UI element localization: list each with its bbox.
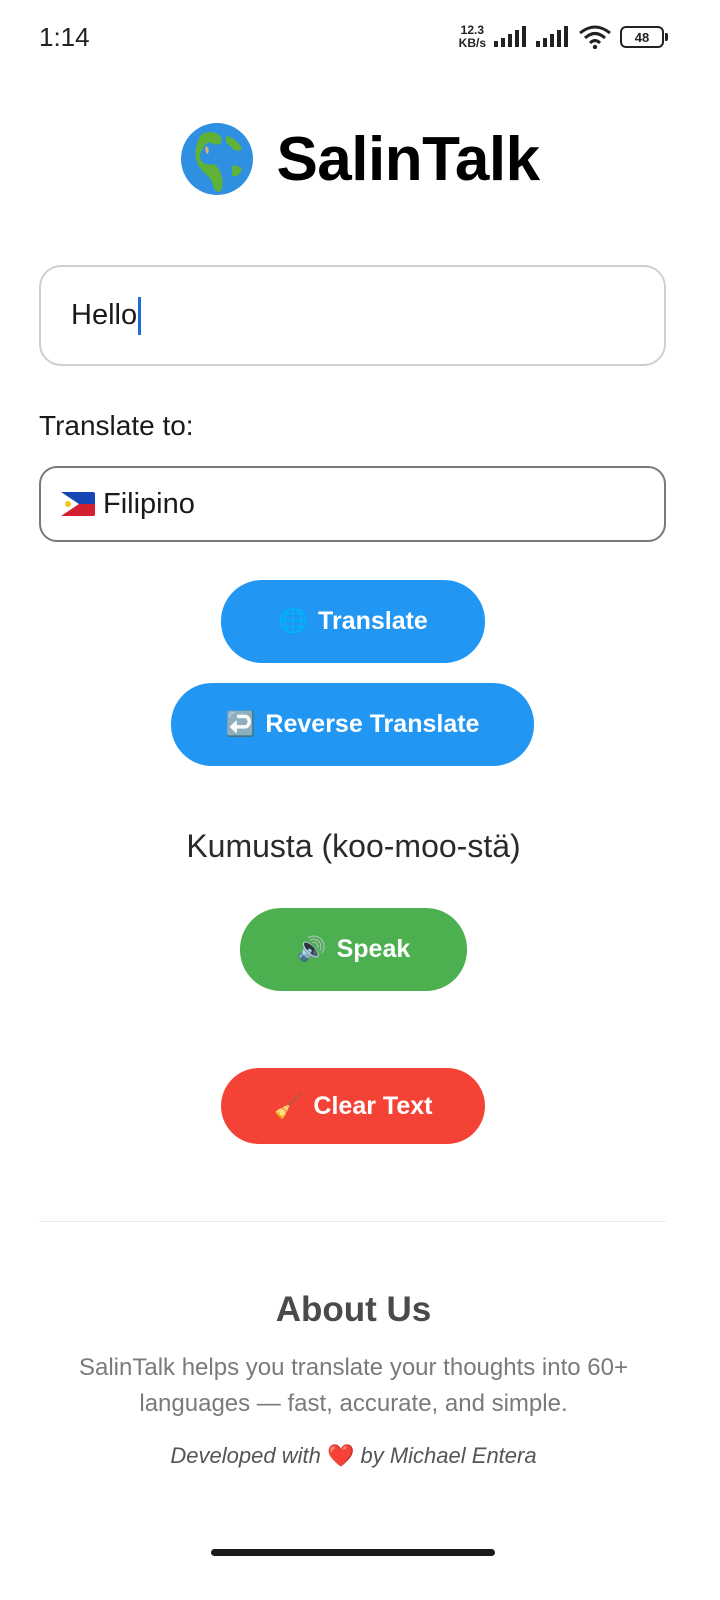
- about-description: SalinTalk helps you translate your thoug…: [78, 1354, 628, 1417]
- network-speed: 12.3 KB/s: [459, 24, 486, 50]
- speaker-icon: 🔊: [296, 936, 327, 963]
- reverse-translate-button-label: Reverse Translate: [265, 710, 480, 738]
- broom-icon: 🧹: [273, 1092, 304, 1120]
- speak-button[interactable]: 🔊 Speak: [240, 908, 467, 991]
- text-input[interactable]: Hello: [39, 265, 666, 366]
- reverse-translate-button[interactable]: ↩️ Reverse Translate: [171, 683, 534, 766]
- philippines-flag-icon: [61, 492, 95, 516]
- signal-icon: [494, 26, 526, 47]
- divider: [39, 1221, 666, 1222]
- selected-language: Filipino: [103, 487, 195, 520]
- globe-icon: 🌐: [278, 608, 309, 635]
- home-indicator[interactable]: [211, 1549, 495, 1556]
- language-select[interactable]: Filipino: [39, 466, 666, 542]
- clear-text-button-label: Clear Text: [313, 1091, 433, 1120]
- translation-result: Kumusta (koo-moo-stä): [186, 828, 521, 864]
- clear-text-button[interactable]: 🧹 Clear Text: [221, 1068, 485, 1144]
- translate-button[interactable]: 🌐 Translate: [221, 580, 485, 663]
- network-speed-unit: KB/s: [458, 36, 486, 50]
- app-header: SalinTalk: [0, 122, 720, 196]
- globe-icon: [181, 123, 254, 195]
- speak-button-label: Speak: [336, 935, 411, 963]
- status-time: 1:14: [39, 22, 90, 52]
- app-title: SalinTalk: [276, 124, 540, 194]
- text-cursor: [138, 296, 142, 335]
- text-input-value: Hello: [71, 299, 138, 331]
- credit-author: by Michael Entera: [360, 1443, 537, 1468]
- translate-to-label: Translate to:: [39, 410, 194, 441]
- translate-button-label: Translate: [318, 607, 428, 635]
- status-bar: 1:14 12.3 KB/s 48: [0, 0, 720, 78]
- return-arrow-icon: ↩️: [225, 711, 256, 738]
- heart-icon: ❤️: [326, 1443, 355, 1468]
- credit-prefix: Developed with: [170, 1443, 321, 1468]
- signal-icon: [536, 26, 568, 47]
- status-icons: 12.3 KB/s 48: [459, 24, 668, 50]
- wifi-icon: [579, 25, 611, 49]
- about-title: About Us: [275, 1290, 432, 1329]
- developer-credit: Developed with ❤️ by Michael Entera: [0, 1443, 707, 1469]
- battery-icon: 48: [620, 26, 668, 48]
